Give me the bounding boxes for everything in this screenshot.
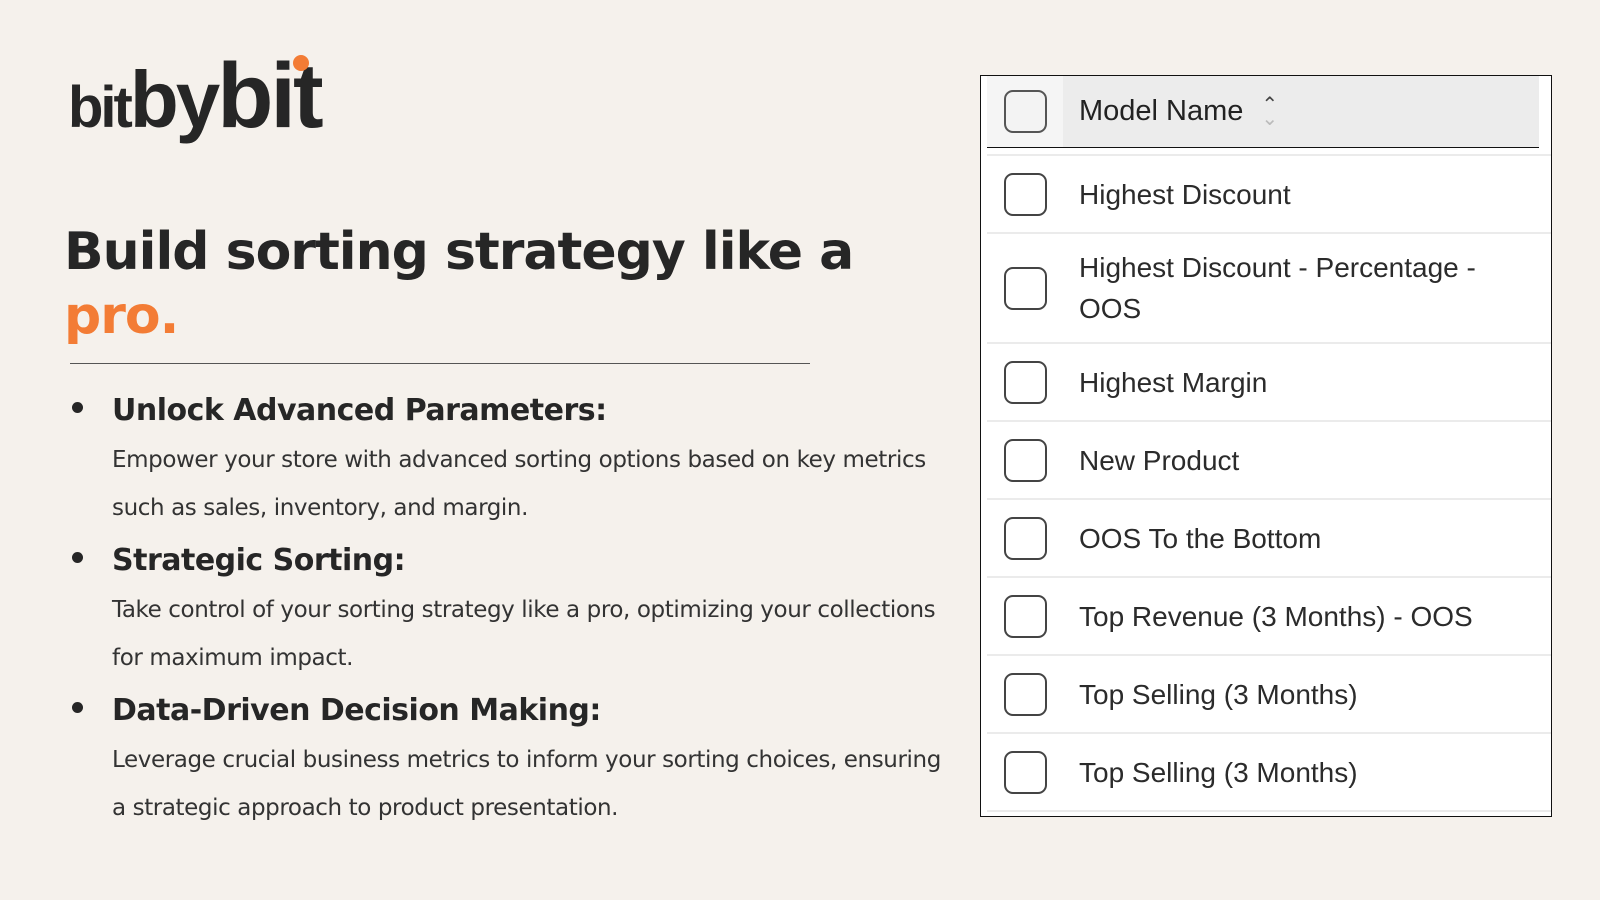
logo-text-by: by: [129, 55, 220, 144]
logo-dot-icon: [293, 55, 309, 71]
select-all-checkbox[interactable]: [1003, 90, 1047, 133]
feature-description: Leverage crucial business metrics to inf…: [112, 747, 941, 821]
table-row[interactable]: Highest Margin: [987, 344, 1551, 422]
logo-text-bit: bit: [68, 75, 133, 140]
sort-descending-icon[interactable]: ⌄: [1261, 109, 1278, 129]
row-checkbox[interactable]: [1003, 594, 1047, 638]
header-spacer: [987, 148, 1551, 156]
table-row[interactable]: Top Selling (3 Months): [987, 656, 1551, 734]
row-checkbox[interactable]: [1003, 266, 1047, 310]
select-all-cell: [987, 76, 1063, 147]
bullet-icon: [72, 402, 83, 413]
row-checkbox-cell: [987, 594, 1063, 638]
divider: [70, 363, 810, 364]
row-checkbox-cell: [987, 172, 1063, 216]
bullet-icon: [72, 702, 83, 713]
feature-description: Take control of your sorting strategy li…: [112, 597, 936, 671]
row-label: Top Selling (3 Months): [1079, 756, 1358, 788]
row-label: New Product: [1079, 444, 1240, 476]
row-checkbox[interactable]: [1003, 672, 1047, 716]
page-headline: Build sorting strategy like a pro.: [64, 220, 854, 348]
feature-item: Strategic Sorting: Take control of your …: [66, 538, 946, 682]
headline-accent: pro.: [64, 286, 179, 346]
row-checkbox-cell: [987, 672, 1063, 716]
row-checkbox[interactable]: [1003, 438, 1047, 482]
feature-description: Empower your store with advanced sorting…: [112, 447, 926, 521]
row-checkbox[interactable]: [1003, 750, 1047, 794]
table-row[interactable]: OOS To the Bottom: [987, 500, 1551, 578]
feature-title: Unlock Advanced Parameters:: [112, 393, 607, 428]
column-header-model-name[interactable]: Model Name: [1079, 95, 1243, 128]
row-label: OOS To the Bottom: [1079, 522, 1322, 554]
row-label: Highest Discount - Percentage - OOS: [1079, 252, 1476, 324]
feature-item: Unlock Advanced Parameters: Empower your…: [66, 388, 946, 532]
feature-title: Data-Driven Decision Making:: [112, 693, 601, 728]
row-checkbox-cell: [987, 360, 1063, 404]
row-checkbox[interactable]: [1003, 516, 1047, 560]
headline-main: Build sorting strategy like a: [64, 222, 854, 282]
table-header: Model Name ⌃ ⌄: [987, 76, 1539, 148]
sort-chevrons-icon[interactable]: ⌃ ⌄: [1261, 95, 1278, 129]
table-row[interactable]: Highest Discount - Percentage - OOS: [987, 234, 1551, 344]
table-row[interactable]: New Product: [987, 422, 1551, 500]
row-label: Highest Margin: [1079, 366, 1268, 398]
row-checkbox[interactable]: [1003, 172, 1047, 216]
row-checkbox-cell: [987, 266, 1063, 310]
table-body: Highest Discount Highest Discount - Perce…: [981, 156, 1551, 812]
row-checkbox-cell: [987, 438, 1063, 482]
feature-title: Strategic Sorting:: [112, 543, 406, 578]
row-checkbox-cell: [987, 750, 1063, 794]
bullet-icon: [72, 552, 83, 563]
bitbybit-logo: bitbybit: [68, 50, 324, 144]
feature-list: Unlock Advanced Parameters: Empower your…: [66, 388, 946, 838]
feature-item: Data-Driven Decision Making: Leverage cr…: [66, 688, 946, 832]
row-checkbox-cell: [987, 516, 1063, 560]
row-label: Top Selling (3 Months): [1079, 678, 1358, 710]
sorting-models-table: Model Name ⌃ ⌄ Highest Discount Highest D…: [980, 75, 1552, 817]
row-checkbox[interactable]: [1003, 360, 1047, 404]
table-row[interactable]: Highest Discount: [987, 156, 1551, 234]
row-label: Highest Discount: [1079, 178, 1291, 210]
table-row[interactable]: Top Selling (3 Months): [987, 734, 1551, 812]
table-row[interactable]: Top Revenue (3 Months) - OOS: [987, 578, 1551, 656]
row-label: Top Revenue (3 Months) - OOS: [1079, 600, 1473, 632]
